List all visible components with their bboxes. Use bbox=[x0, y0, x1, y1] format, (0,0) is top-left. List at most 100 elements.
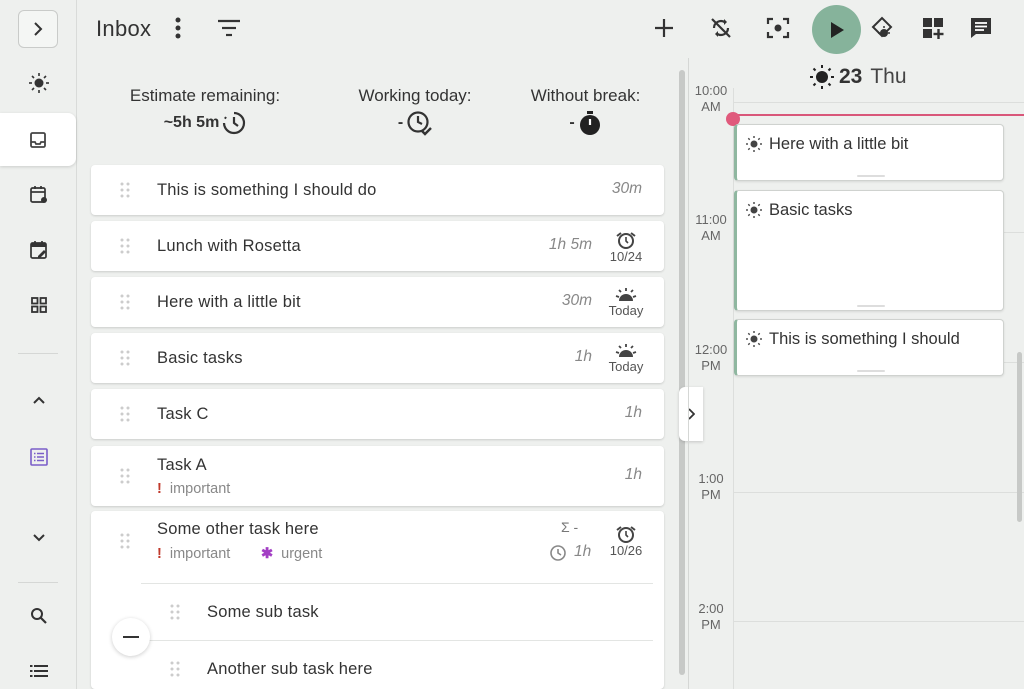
sidebar-divider bbox=[18, 582, 58, 583]
tag-label: urgent bbox=[281, 546, 323, 562]
task-item[interactable]: Lunch with Rosetta 1h 5m 10/24 bbox=[91, 221, 664, 271]
stat-value: - bbox=[569, 114, 575, 131]
task-item[interactable]: Task C 1h bbox=[91, 389, 664, 439]
task-list-scrollbar[interactable] bbox=[679, 70, 685, 675]
sun-icon bbox=[746, 202, 762, 218]
play-icon bbox=[830, 21, 844, 38]
working-today-stat: Working today: - bbox=[340, 86, 490, 136]
list-box-icon bbox=[29, 448, 48, 466]
drag-handle-icon[interactable] bbox=[120, 350, 130, 366]
drag-handle-icon[interactable] bbox=[120, 468, 130, 484]
search-icon bbox=[30, 608, 47, 624]
sidebar-item-project[interactable] bbox=[0, 438, 77, 476]
stat-value: ~5h 5m bbox=[163, 114, 220, 131]
focus-mode-button[interactable] bbox=[760, 10, 796, 46]
filter-button[interactable] bbox=[211, 10, 247, 46]
due-date[interactable]: 10/26 bbox=[606, 525, 646, 558]
task-title: Lunch with Rosetta bbox=[157, 237, 301, 255]
task-title: Basic tasks bbox=[157, 349, 243, 367]
planned-day-label: Today bbox=[608, 359, 644, 374]
sidebar-item-calendar-edit[interactable] bbox=[0, 231, 77, 269]
drag-handle-icon[interactable] bbox=[120, 533, 130, 549]
without-break-stat: Without break: - bbox=[518, 86, 653, 136]
schedule-button[interactable] bbox=[865, 10, 901, 46]
search-button[interactable] bbox=[0, 598, 77, 634]
tag-important[interactable]: ! important bbox=[157, 546, 230, 562]
list-icon bbox=[29, 665, 48, 677]
play-button[interactable] bbox=[812, 5, 861, 54]
hour-label: 10:00 AM bbox=[694, 83, 728, 114]
drag-handle-icon[interactable] bbox=[170, 604, 180, 620]
estimate-remaining-stat: Estimate remaining: ~5h 5m bbox=[110, 86, 300, 136]
task-item[interactable]: Here with a little bit 30m Today bbox=[91, 277, 664, 327]
stat-label: Without break: bbox=[530, 86, 641, 105]
drag-handle-icon[interactable] bbox=[120, 182, 130, 198]
hour-line bbox=[734, 492, 1024, 493]
calendar-edit-icon bbox=[29, 241, 47, 259]
alarm-icon bbox=[616, 526, 636, 543]
collapse-subtasks-button[interactable] bbox=[112, 618, 150, 656]
sidebar-item-schedule[interactable] bbox=[0, 64, 77, 102]
task-estimate: 1h bbox=[574, 348, 592, 365]
comment-icon bbox=[971, 18, 991, 38]
expand-sidebar-button[interactable] bbox=[18, 10, 58, 48]
menu-button[interactable] bbox=[0, 654, 77, 688]
grid-icon bbox=[30, 297, 47, 313]
task-item[interactable]: Some other task here ! important ✱ urgent … bbox=[91, 511, 664, 689]
more-options-button[interactable] bbox=[160, 10, 196, 46]
hour-line bbox=[734, 102, 1024, 103]
sidebar-item-inbox[interactable] bbox=[0, 113, 76, 166]
task-item[interactable]: Task A ! important 1h bbox=[91, 446, 664, 506]
filter-icon bbox=[218, 19, 240, 37]
calendar-event[interactable]: Here with a little bit bbox=[734, 124, 1004, 181]
dashboard-add-icon bbox=[923, 18, 944, 39]
due-date-label: 10/24 bbox=[609, 249, 643, 264]
work-stats: Estimate remaining: ~5h 5m Working today… bbox=[90, 80, 665, 140]
planned-day-label: Today bbox=[608, 303, 644, 318]
hour-label: 12:00 PM bbox=[694, 342, 728, 373]
task-title: This is something I should do bbox=[157, 181, 377, 199]
due-date[interactable]: 10/24 bbox=[606, 231, 646, 264]
resize-handle[interactable] bbox=[857, 175, 885, 177]
sync-disabled-button[interactable] bbox=[703, 10, 739, 46]
scroll-up-button[interactable] bbox=[0, 382, 77, 418]
resize-handle[interactable] bbox=[857, 370, 885, 372]
tag-important[interactable]: ! important bbox=[157, 481, 230, 497]
planned-day[interactable]: Today bbox=[606, 287, 646, 318]
exclamation-icon: ! bbox=[157, 546, 162, 562]
subtask-item[interactable]: Another sub task here bbox=[141, 640, 653, 689]
resize-handle[interactable] bbox=[857, 305, 885, 307]
sync-off-icon bbox=[711, 18, 731, 38]
planned-day[interactable]: Today bbox=[606, 343, 646, 374]
inbox-icon bbox=[30, 131, 46, 148]
drag-handle-icon[interactable] bbox=[120, 238, 130, 254]
subtask-item[interactable]: Some sub task bbox=[141, 583, 653, 639]
sidebar-item-planner[interactable] bbox=[0, 176, 77, 214]
drag-handle-icon[interactable] bbox=[170, 661, 180, 677]
calendar-event[interactable]: Basic tasks bbox=[734, 190, 1004, 311]
hour-label: 2:00 PM bbox=[698, 601, 724, 632]
sun-icon bbox=[746, 331, 762, 347]
scroll-down-button[interactable] bbox=[0, 520, 77, 556]
task-item[interactable]: This is something I should do 30m bbox=[91, 165, 664, 215]
sidebar-divider bbox=[18, 353, 58, 354]
stat-label: Estimate remaining: bbox=[129, 86, 281, 105]
current-time-line bbox=[728, 114, 1024, 116]
task-title: Some other task here bbox=[157, 520, 319, 538]
hour-label: 11:00 AM bbox=[695, 212, 727, 243]
sidebar-item-boards[interactable] bbox=[0, 286, 77, 324]
tag-urgent[interactable]: ✱ urgent bbox=[261, 546, 322, 562]
calendar-scrollbar[interactable] bbox=[1017, 352, 1022, 522]
add-task-button[interactable] bbox=[646, 10, 682, 46]
chevron-up-icon bbox=[32, 396, 45, 404]
add-board-button[interactable] bbox=[915, 10, 951, 46]
notes-button[interactable] bbox=[963, 10, 999, 46]
drag-handle-icon[interactable] bbox=[120, 294, 130, 310]
task-item[interactable]: Basic tasks 1h Today bbox=[91, 333, 664, 383]
calendar-day-number: 23 bbox=[839, 65, 863, 88]
drag-handle-icon[interactable] bbox=[120, 406, 130, 422]
due-date-label: 10/26 bbox=[609, 543, 643, 558]
task-estimate: 1h bbox=[624, 466, 642, 483]
exclamation-icon: ! bbox=[157, 481, 162, 497]
calendar-event[interactable]: This is something I should bbox=[734, 319, 1004, 376]
